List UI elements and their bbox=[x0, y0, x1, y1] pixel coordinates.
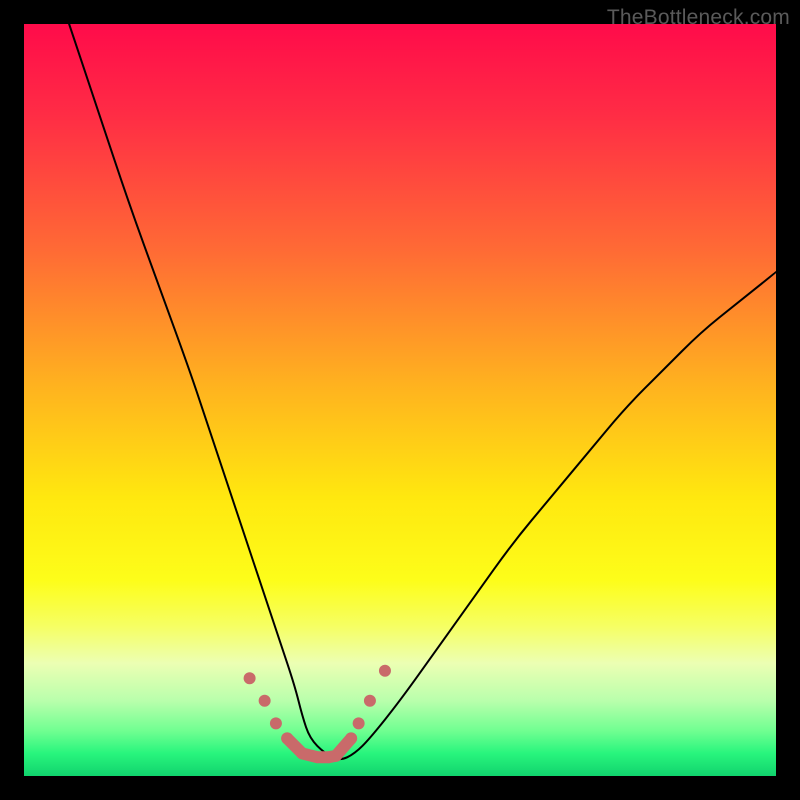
plot-area bbox=[24, 24, 776, 776]
marker-dot bbox=[379, 665, 391, 677]
chart-stage: TheBottleneck.com bbox=[0, 0, 800, 800]
marker-dot bbox=[244, 672, 256, 684]
marker-dot bbox=[364, 695, 376, 707]
marker-dot bbox=[259, 695, 271, 707]
bottleneck-curve bbox=[69, 24, 776, 759]
marker-dot bbox=[353, 717, 365, 729]
watermark-text: TheBottleneck.com bbox=[607, 6, 790, 30]
curve-layer bbox=[24, 24, 776, 776]
marker-dot bbox=[270, 717, 282, 729]
